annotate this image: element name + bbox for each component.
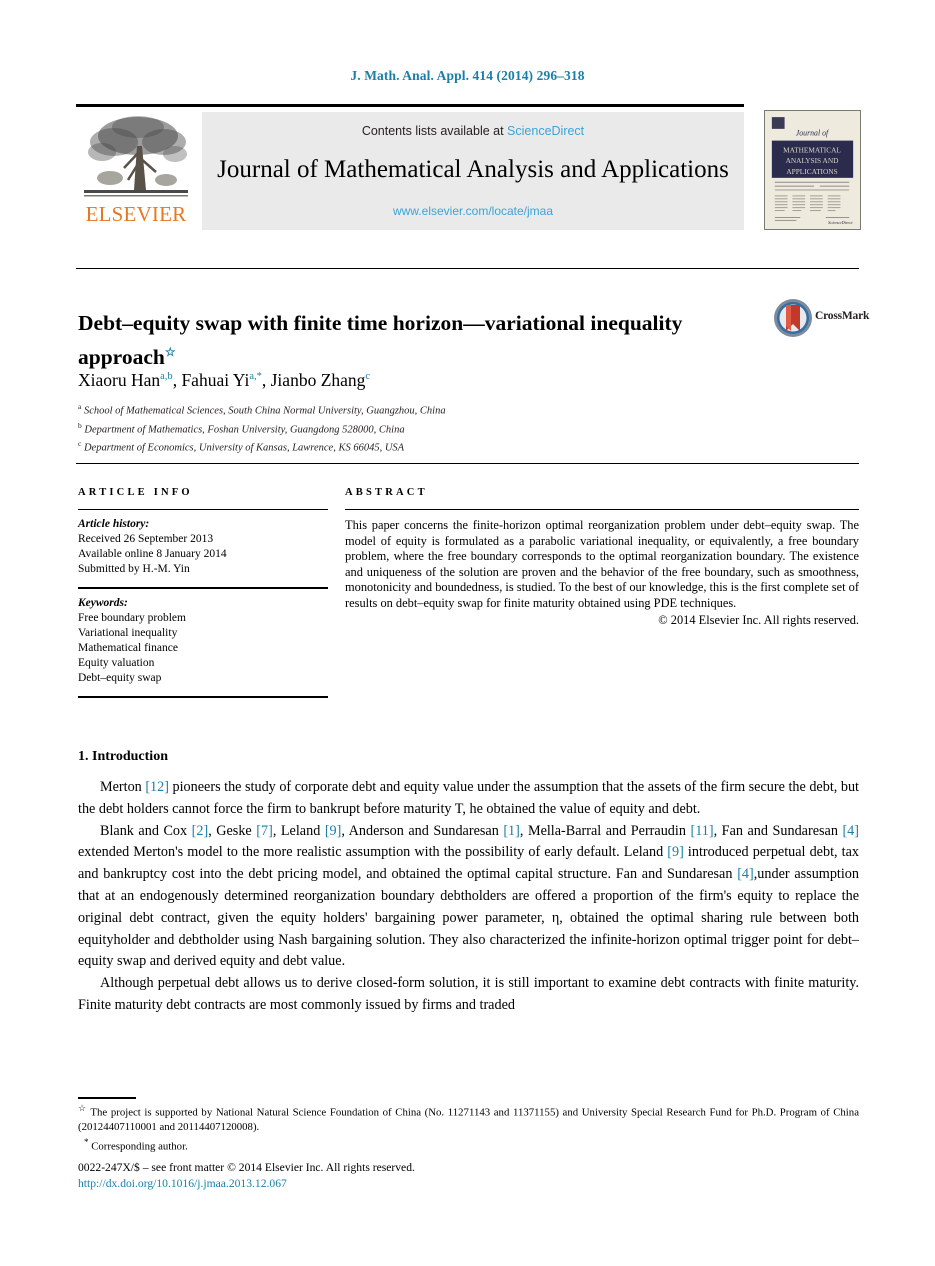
footnote-grant: ☆ The project is supported by National N… (78, 1101, 859, 1135)
keywords-block: Keywords: Free boundary problem Variation… (78, 589, 328, 686)
author-name: Jianbo Zhang (270, 370, 366, 390)
author-list: Xiaoru Hana,b, Fahuai Yia,*, Jianbo Zhan… (78, 370, 371, 390)
citation-link[interactable]: [11] (690, 823, 713, 839)
elsevier-logo: ELSEVIER (80, 112, 192, 230)
journal-cover-thumbnail: Journal of MATHEMATICAL ANALYSIS AND APP… (764, 110, 861, 230)
author-affiliation-mark: c (365, 371, 371, 383)
imprint-block: 0022-247X/$ – see front matter © 2014 El… (78, 1160, 859, 1192)
front-matter-line: 0022-247X/$ – see front matter © 2014 El… (78, 1161, 415, 1174)
citation-link[interactable]: [2] (192, 823, 209, 839)
corresponding-text: Corresponding author. (91, 1140, 188, 1153)
keyword-item: Debt–equity swap (78, 672, 162, 684)
citation-link[interactable]: [12] (145, 779, 169, 795)
crossmark-icon (774, 299, 812, 337)
body-paragraph: Merton [12] pioneers the study of corpor… (78, 779, 859, 817)
page-title: Debt–equity swap with finite time horizo… (78, 309, 763, 372)
section-heading-introduction: 1. Introduction (78, 748, 168, 764)
title-top-rule (76, 268, 859, 269)
keyword-item: Mathematical finance (78, 642, 178, 654)
article-info-heading: ARTICLE INFO (78, 487, 193, 498)
citation-link[interactable]: [9] (667, 844, 684, 860)
elsevier-tree-icon (84, 116, 188, 197)
svg-text:ScienceDirect: ScienceDirect (828, 220, 853, 225)
journal-url-link[interactable]: www.elsevier.com/locate/jmaa (202, 204, 744, 218)
footnote-block: ☆ The project is supported by National N… (78, 1101, 859, 1154)
affiliation-list: a School of Mathematical Sciences, South… (78, 400, 778, 456)
keywords-label: Keywords: (78, 597, 128, 609)
article-history-label: Article history: (78, 518, 150, 530)
journal-title: Journal of Mathematical Analysis and App… (217, 156, 729, 183)
corresponding-star-mark: * (84, 1136, 89, 1147)
author-affiliation-mark: a,* (249, 371, 262, 383)
citation-link[interactable]: [4] (737, 866, 754, 882)
keyword-item: Free boundary problem (78, 612, 186, 624)
grant-text: The project is supported by National Nat… (78, 1106, 859, 1134)
info-rule-3 (78, 696, 328, 698)
affiliation-item: c Department of Economics, University of… (78, 439, 405, 454)
citation-link[interactable]: [4] (842, 823, 859, 839)
affiliation-mark: b (78, 420, 82, 430)
crossmark-badge[interactable]: CrossMark (773, 298, 869, 338)
author-name: Xiaoru Han (78, 370, 161, 390)
body-text: Merton [12] pioneers the study of corpor… (78, 777, 859, 1017)
keyword-item: Equity valuation (78, 657, 155, 669)
article-info-column: ARTICLE INFO Article history: Received 2… (78, 487, 328, 698)
svg-text:MATHEMATICAL: MATHEMATICAL (783, 145, 841, 154)
body-paragraph: Blank and Cox [2], Geske [7], Leland [9]… (78, 822, 859, 970)
affiliation-item: a School of Mathematical Sciences, South… (78, 402, 446, 417)
contents-available-line: Contents lists available at ScienceDirec… (202, 124, 744, 138)
cover-art: Journal of MATHEMATICAL ANALYSIS AND APP… (765, 111, 860, 229)
author-affiliation-mark: a,b (160, 371, 173, 383)
body-paragraph: Although perpetual debt allows us to der… (78, 975, 859, 1013)
title-footnote-star: ☆ (164, 345, 176, 360)
doi-link[interactable]: http://dx.doi.org/10.1016/j.jmaa.2013.12… (78, 1176, 859, 1192)
article-page: J. Math. Anal. Appl. 414 (2014) 296–318 (0, 0, 935, 1266)
keywords-list: Free boundary problem Variational inequal… (78, 611, 328, 686)
grant-star-mark: ☆ (78, 1103, 87, 1113)
affiliation-mark: c (78, 439, 82, 449)
sciencedirect-link[interactable]: ScienceDirect (507, 124, 584, 138)
footnote-rule (78, 1097, 136, 1099)
author-name: Fahuai Yi (181, 370, 250, 390)
citation-link[interactable]: [9] (325, 823, 342, 839)
citation-link[interactable]: [1] (503, 823, 520, 839)
abstract-heading: ABSTRACT (345, 487, 428, 498)
title-bottom-rule (76, 463, 859, 464)
citation-link[interactable]: [7] (256, 823, 273, 839)
affiliation-item: b Department of Mathematics, Foshan Univ… (78, 420, 405, 436)
paper-title-text: Debt–equity swap with finite time horizo… (78, 311, 683, 370)
masthead-top-rule (76, 104, 744, 107)
crossmark-label: CrossMark (815, 310, 870, 322)
running-head-citation: J. Math. Anal. Appl. 414 (2014) 296–318 (350, 68, 585, 83)
svg-text:ANALYSIS AND: ANALYSIS AND (786, 156, 839, 165)
submitted-by: Submitted by H.-M. Yin (78, 563, 190, 575)
abstract-copyright: © 2014 Elsevier Inc. All rights reserved… (658, 612, 859, 627)
svg-text:APPLICATIONS: APPLICATIONS (786, 167, 837, 176)
abstract-column: ABSTRACT This paper concerns the finite-… (345, 487, 859, 628)
abstract-text: This paper concerns the finite-horizon o… (345, 518, 859, 610)
svg-text:Journal of: Journal of (796, 129, 830, 138)
footnote-corresponding: * Corresponding author. (78, 1135, 859, 1154)
journal-band: Contents lists available at ScienceDirec… (202, 112, 744, 230)
received-date: Received 26 September 2013 (78, 533, 214, 545)
keyword-item: Variational inequality (78, 627, 178, 639)
contents-prefix: Contents lists available at (361, 124, 508, 138)
affiliation-mark: a (78, 402, 82, 411)
article-history-block: Article history: Received 26 September 2… (78, 510, 328, 577)
journal-masthead: ELSEVIER Contents lists available at Sci… (76, 104, 861, 230)
available-online-date: Available online 8 January 2014 (78, 548, 227, 560)
elsevier-wordmark: ELSEVIER (85, 202, 187, 226)
